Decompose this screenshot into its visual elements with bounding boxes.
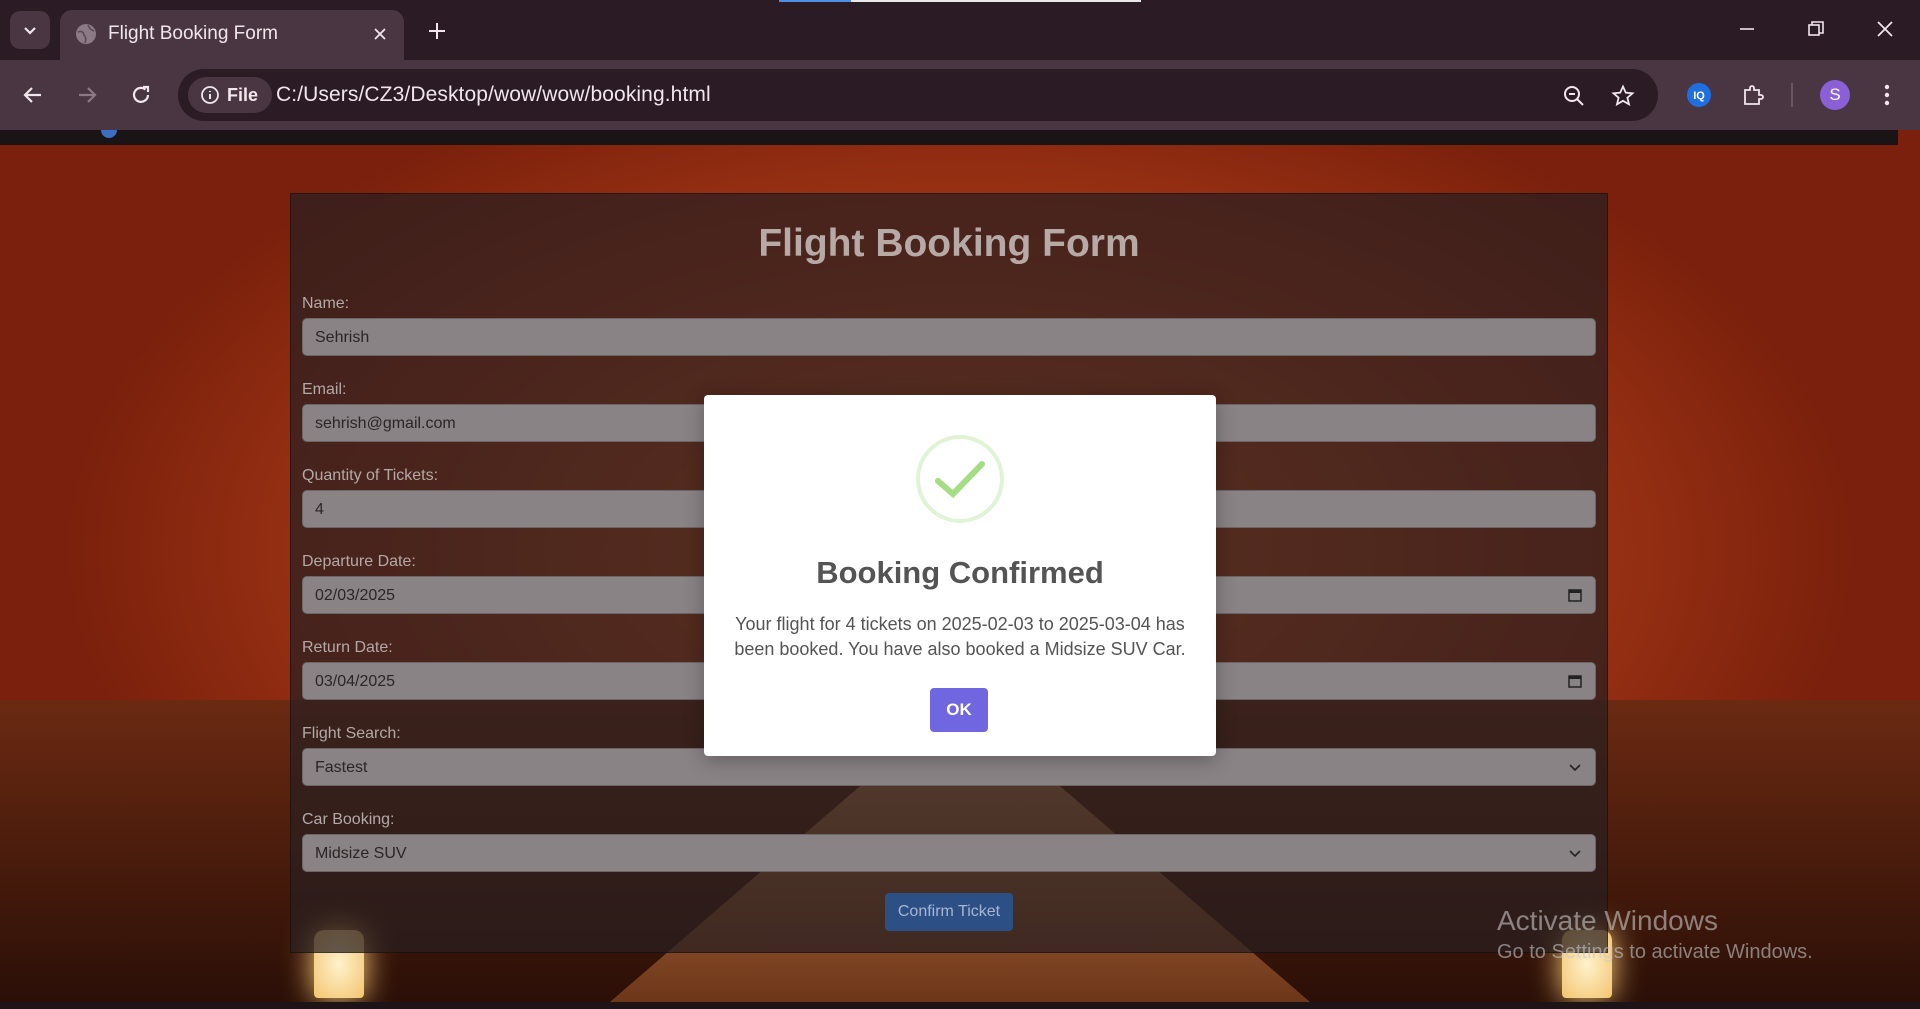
- extension-badge-icon: IQ: [1687, 83, 1711, 107]
- return-date-value: 03/04/2025: [315, 673, 396, 690]
- arrow-left-icon: [23, 87, 41, 103]
- calendar-icon[interactable]: [1567, 673, 1583, 689]
- more-vertical-icon: [1884, 84, 1890, 106]
- name-value: Sehrish: [315, 329, 370, 346]
- restore-button[interactable]: [1786, 8, 1846, 50]
- forward-button[interactable]: [69, 77, 105, 113]
- bookmark-button[interactable]: [1608, 81, 1638, 111]
- chevron-down-icon: [1567, 759, 1583, 775]
- restore-icon: [1808, 21, 1824, 36]
- car-booking-select[interactable]: Midsize SUV: [302, 834, 1596, 872]
- booking-confirmed-dialog: Booking Confirmed Your flight for 4 tick…: [704, 395, 1216, 756]
- tab-bar: Flight Booking Form: [0, 0, 1920, 60]
- browser-toolbar: File C:/Users/CZ3/Desktop/wow/wow/bookin…: [0, 60, 1920, 130]
- puzzle-icon: [1744, 85, 1764, 105]
- close-window-button[interactable]: [1855, 8, 1915, 50]
- tab-close-button[interactable]: [366, 20, 394, 48]
- quantity-label: Quantity of Tickets:: [302, 467, 439, 484]
- checkmark-icon: [935, 461, 985, 499]
- browser-menu-button[interactable]: [1871, 79, 1903, 111]
- windows-activation-watermark: Activate Windows Go to Settings to activ…: [1497, 905, 1813, 964]
- confirm-ticket-button[interactable]: Confirm Ticket: [885, 893, 1013, 931]
- name-label: Name:: [302, 295, 350, 312]
- star-icon: [1611, 84, 1635, 107]
- name-input[interactable]: Sehrish: [302, 318, 1596, 356]
- plus-icon: [429, 23, 445, 39]
- departure-date-label: Departure Date:: [302, 553, 416, 570]
- zoom-button[interactable]: [1559, 81, 1589, 111]
- browser-tab[interactable]: Flight Booking Form: [60, 10, 404, 60]
- new-tab-button[interactable]: [420, 14, 454, 48]
- car-booking-value: Midsize SUV: [315, 845, 407, 862]
- minimize-icon: [1740, 28, 1754, 30]
- back-button[interactable]: [15, 77, 51, 113]
- tab-search-button[interactable]: [10, 11, 50, 49]
- reload-icon: [132, 85, 150, 103]
- toolbar-divider: [1791, 83, 1793, 107]
- globe-icon: [76, 24, 96, 44]
- watermark-title: Activate Windows: [1497, 905, 1718, 936]
- arrow-right-icon: [79, 87, 97, 103]
- success-icon: [916, 435, 1004, 523]
- email-value: sehrish@gmail.com: [315, 415, 456, 432]
- minimize-button[interactable]: [1717, 8, 1777, 50]
- bottom-edge: [0, 1002, 1920, 1009]
- flight-search-value: Fastest: [315, 759, 368, 776]
- site-info-label: File: [227, 84, 259, 105]
- form-title: Flight Booking Form: [758, 222, 1140, 265]
- loading-indicator: [779, 0, 1141, 2]
- profile-avatar[interactable]: S: [1820, 80, 1850, 110]
- departure-date-value: 02/03/2025: [315, 587, 396, 604]
- return-date-label: Return Date:: [302, 639, 393, 656]
- extensions-menu-button[interactable]: [1737, 79, 1769, 111]
- close-icon: [1877, 21, 1893, 37]
- quantity-value: 4: [315, 501, 324, 518]
- url-text[interactable]: C:/Users/CZ3/Desktop/wow/wow/booking.htm…: [276, 81, 711, 109]
- dialog-title: Booking Confirmed: [816, 555, 1104, 590]
- watermark-subtitle: Go to Settings to activate Windows.: [1497, 941, 1813, 963]
- dialog-message: Your flight for 4 tickets on 2025-02-03 …: [734, 614, 1186, 659]
- address-bar[interactable]: File C:/Users/CZ3/Desktop/wow/wow/bookin…: [178, 69, 1658, 121]
- calendar-icon[interactable]: [1567, 587, 1583, 603]
- site-header-strip: [0, 130, 1898, 145]
- svg-text:IQ: IQ: [1693, 90, 1705, 102]
- tab-title: Flight Booking Form: [108, 23, 279, 44]
- email-label: Email:: [302, 381, 347, 398]
- info-icon: [201, 86, 219, 104]
- flight-search-label: Flight Search:: [302, 725, 401, 742]
- chevron-down-icon: [1567, 845, 1583, 861]
- reload-button[interactable]: [123, 77, 159, 113]
- site-info-chip[interactable]: File: [188, 77, 272, 113]
- zoom-out-icon: [1564, 86, 1584, 106]
- ok-button[interactable]: OK: [930, 688, 988, 732]
- extension-button[interactable]: IQ: [1683, 79, 1715, 111]
- chevron-down-icon: [24, 27, 36, 35]
- close-icon: [374, 28, 386, 40]
- car-booking-label: Car Booking:: [302, 811, 395, 828]
